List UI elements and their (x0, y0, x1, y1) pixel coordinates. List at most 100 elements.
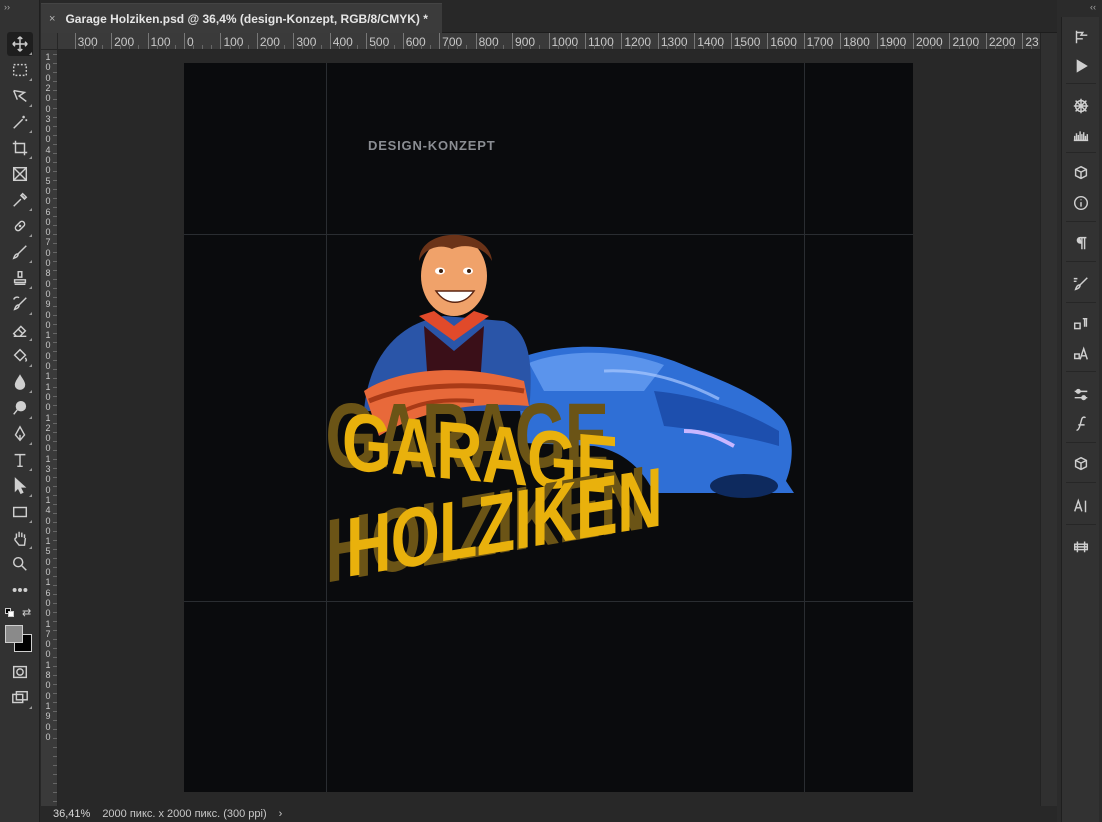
ruler-minor-tick (53, 126, 57, 127)
crop-icon[interactable] (7, 136, 33, 160)
ruler-major-tick (439, 33, 441, 49)
ruler-label: 2200 (988, 35, 1016, 49)
ruler-minor-tick (53, 216, 57, 217)
ruler-label: 0 (45, 319, 51, 330)
ruler-major-tick (949, 33, 951, 49)
quick-mask-icon[interactable] (7, 660, 33, 684)
brush-icon[interactable] (7, 240, 33, 264)
pen-icon[interactable] (7, 422, 33, 446)
healing-brush-icon[interactable] (7, 214, 33, 238)
info-icon[interactable] (1068, 191, 1094, 215)
history-brush-icon[interactable] (7, 292, 33, 316)
horizontal-ruler[interactable]: 300 200 100 0 100 200 300 400 500 600 700 800 900 100… (58, 33, 1040, 50)
ruler-minor-tick (53, 702, 57, 703)
ruler-minor-tick (53, 657, 57, 658)
swap-colors-icon[interactable]: ⇄ (22, 606, 31, 619)
ruler-minor-tick (53, 450, 57, 451)
glyphs-icon[interactable] (1068, 412, 1094, 436)
ruler-label: 7 (45, 628, 51, 639)
ruler-label: 0 (45, 124, 51, 135)
hand-icon[interactable] (7, 526, 33, 550)
close-tab-icon[interactable]: × (49, 13, 55, 25)
lasso-icon[interactable] (7, 84, 33, 108)
ruler-label: 0 (45, 608, 51, 619)
ruler-minor-tick (594, 45, 596, 49)
foreground-color-swatch[interactable] (5, 625, 23, 643)
more-tools-icon[interactable] (7, 578, 33, 602)
ruler-minor-tick (53, 738, 57, 739)
type-icon[interactable] (7, 448, 33, 472)
magic-wand-icon[interactable] (7, 110, 33, 134)
paragraph-icon[interactable] (1068, 231, 1094, 255)
ruler-major-tick (1022, 33, 1024, 49)
ruler-minor-tick (174, 45, 176, 49)
ruler-minor-tick (53, 180, 57, 181)
ruler-minor-tick (812, 45, 814, 49)
ruler-label: 0 (45, 515, 51, 526)
ruler-minor-tick (53, 558, 57, 559)
status-menu-chevron[interactable]: › (279, 808, 283, 820)
blur-icon[interactable] (7, 370, 33, 394)
rectangle-icon[interactable] (7, 500, 33, 524)
ruler-minor-tick (275, 45, 277, 49)
ruler-label: 0 (45, 567, 51, 577)
artboard[interactable]: DESIGN-KONZEPT GARAGE GARAGE HOLZIKEN HO… (184, 63, 913, 792)
ruler-label: 1100 (587, 35, 614, 49)
character-icon[interactable] (1068, 494, 1094, 518)
ruler-label: 0 (45, 103, 51, 114)
3d-icon[interactable] (1068, 452, 1094, 476)
ruler-minor-tick (53, 144, 57, 145)
vertical-ruler[interactable]: 1002003004005006007008009001000110012001… (41, 50, 58, 806)
properties-icon[interactable] (1068, 383, 1094, 407)
zoom-level[interactable]: 36,41% (53, 808, 90, 820)
actions-icon[interactable] (1068, 54, 1094, 78)
adjustments-icon[interactable] (1068, 94, 1094, 118)
ruler-major-tick (402, 33, 404, 49)
guide-horizontal (184, 601, 913, 602)
ruler-label: 0 (45, 155, 51, 165)
ruler-minor-tick (721, 45, 723, 49)
frame-icon[interactable] (7, 162, 33, 186)
character-styles-icon[interactable] (1068, 342, 1094, 366)
paint-bucket-icon[interactable] (7, 344, 33, 368)
eraser-icon[interactable] (7, 318, 33, 342)
dodge-icon[interactable] (7, 396, 33, 420)
clone-stamp-icon[interactable] (7, 266, 33, 290)
paragraph-styles-icon[interactable] (1068, 313, 1094, 337)
zoom-icon[interactable] (7, 552, 33, 576)
rectangular-marquee-icon[interactable] (7, 58, 33, 82)
history-icon[interactable] (1068, 25, 1094, 49)
canvas-area[interactable]: DESIGN-KONZEPT GARAGE GARAGE HOLZIKEN HO… (58, 50, 1040, 806)
ruler-minor-tick (53, 207, 57, 208)
path-selection-icon[interactable] (7, 474, 33, 498)
ruler-minor-tick (53, 387, 57, 388)
default-colors-icon[interactable] (5, 608, 15, 618)
ruler-minor-tick (83, 45, 85, 49)
collapse-tools-icon[interactable]: ›› (4, 2, 10, 12)
ruler-major-tick (621, 33, 623, 49)
move-icon[interactable] (7, 32, 33, 56)
3d-materials-icon[interactable] (1068, 161, 1094, 185)
screen-mode-icon[interactable] (7, 686, 33, 710)
ruler-label: 2000 (916, 35, 943, 49)
vertical-scrollbar[interactable] (1040, 33, 1057, 806)
timeline-icon[interactable] (1068, 534, 1094, 558)
ruler-label: 0 (45, 639, 51, 650)
collapse-panels-icon[interactable]: ‹‹ (1090, 2, 1096, 12)
document-tab[interactable]: × Garage Holziken.psd @ 36,4% (design-Ko… (41, 3, 442, 33)
ruler-label: 3 (45, 113, 51, 124)
ruler-minor-tick (211, 45, 213, 49)
ruler-label: 0 (45, 278, 51, 289)
ruler-minor-tick (612, 45, 614, 49)
brush-settings-icon[interactable] (1068, 272, 1094, 296)
ruler-label: 0 (45, 227, 51, 238)
histogram-icon[interactable] (1068, 123, 1094, 147)
ruler-minor-tick (53, 486, 57, 487)
eyedropper-icon[interactable] (7, 188, 33, 212)
ruler-label: 200 (259, 35, 280, 49)
ruler-minor-tick (53, 288, 57, 289)
ruler-label: 0 (45, 134, 51, 145)
ruler-minor-tick (138, 45, 140, 49)
ruler-minor-tick (940, 45, 942, 49)
ruler-major-tick (256, 33, 258, 49)
